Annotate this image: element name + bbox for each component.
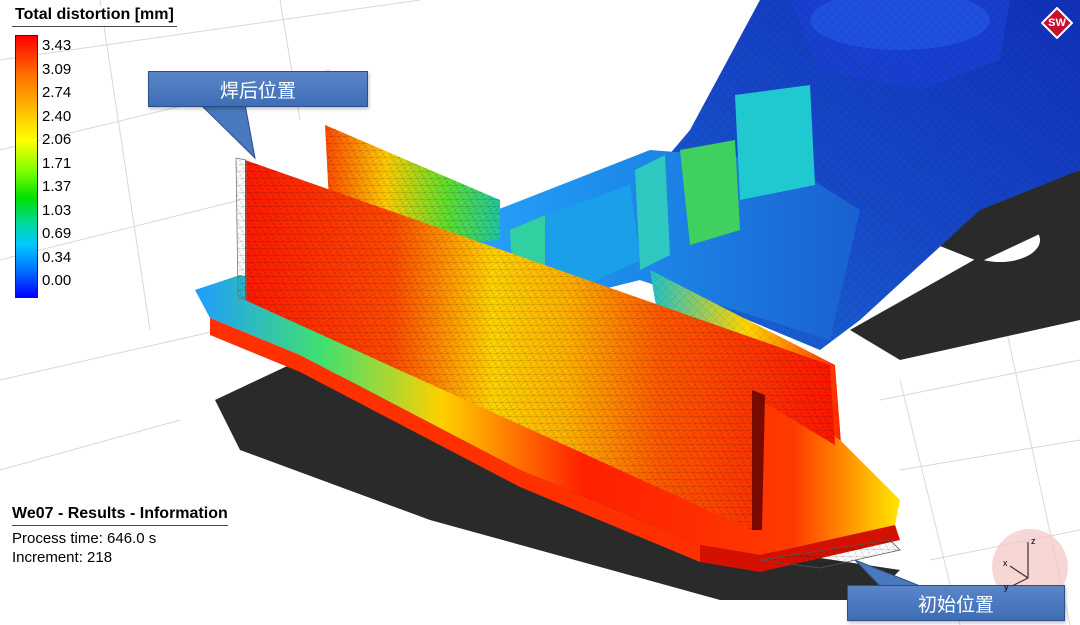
- legend-tick: 1.37: [42, 178, 72, 195]
- legend-tick: 3.09: [42, 60, 72, 78]
- inner-rib-4: [735, 85, 815, 200]
- results-info-title: We07 - Results - Information: [12, 505, 228, 526]
- process-time-label: Process time:: [12, 530, 103, 547]
- legend-tick: 2.06: [42, 131, 72, 148]
- callout-after-weld: 焊后位置: [148, 71, 368, 107]
- process-time-line: Process time: 646.0 s: [12, 529, 228, 548]
- process-time-value: 646.0 s: [107, 530, 157, 547]
- increment-line: Increment: 218: [12, 548, 228, 567]
- legend-color-bar: [15, 35, 38, 298]
- sw-logo-icon: SW: [1040, 6, 1074, 40]
- legend-tick: 2.74: [42, 84, 72, 101]
- legend-tick: 3.43: [42, 37, 72, 54]
- sw-logo-text: SW: [1048, 17, 1066, 29]
- inner-rib-2: [635, 155, 670, 270]
- increment-label: Increment:: [12, 549, 83, 566]
- legend-title: Total distortion [mm]: [12, 6, 177, 27]
- inner-rib-3: [680, 140, 740, 245]
- legend-ticks: 3.43 3.09 2.74 2.40 2.06 1.71 1.37 1.03 …: [42, 38, 71, 288]
- results-info-panel: We07 - Results - Information Process tim…: [12, 505, 228, 567]
- increment-value: 218: [87, 549, 113, 566]
- legend-tick: 0.00: [42, 272, 72, 289]
- legend-tick: 1.03: [42, 201, 72, 219]
- legend-tick: 0.34: [42, 248, 72, 266]
- callout-after-pointer: [198, 103, 256, 160]
- initial-plate-outline: [235, 157, 247, 301]
- triad-axis-y: y: [1004, 582, 1009, 592]
- orientation-triad-icon[interactable]: z x y: [988, 528, 1066, 606]
- triad-axis-z: z: [1031, 536, 1036, 546]
- legend-tick: 1.71: [42, 154, 72, 172]
- legend-tick: 2.40: [42, 107, 72, 125]
- triad-axis-x: x: [1003, 558, 1008, 568]
- legend-tick: 0.69: [42, 225, 72, 242]
